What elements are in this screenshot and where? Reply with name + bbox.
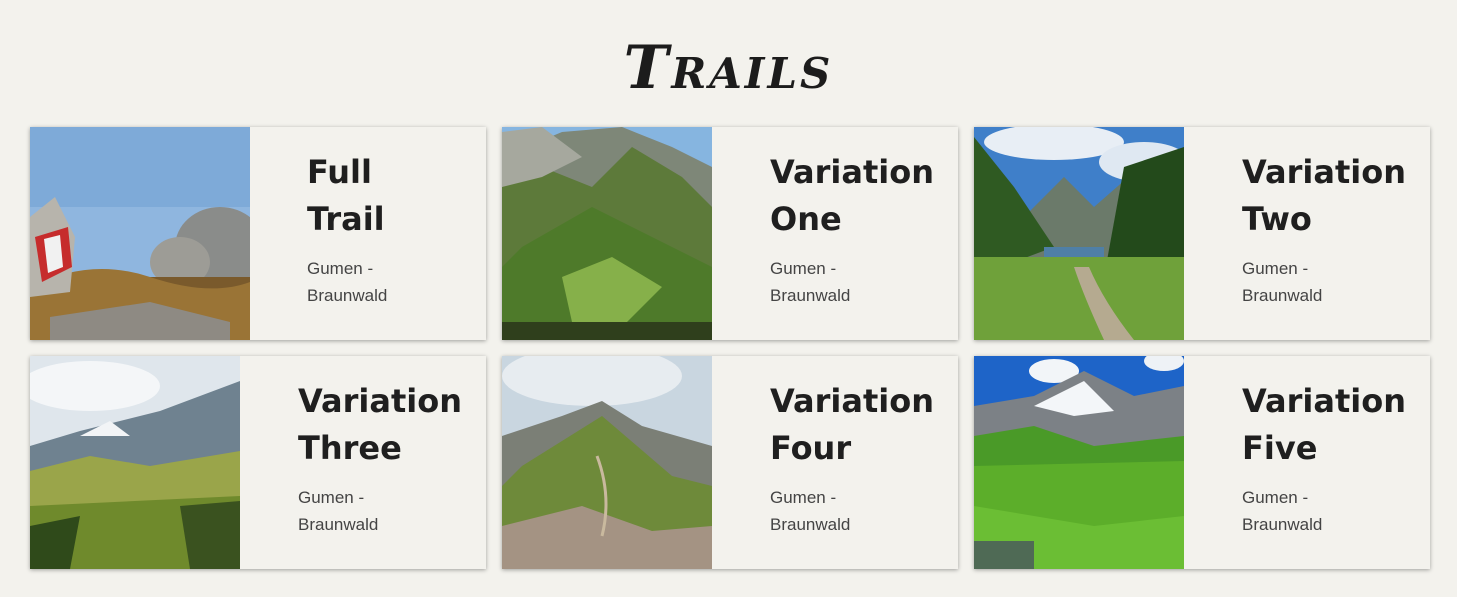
ridge-trail-photo xyxy=(502,356,712,569)
alpine-meadow-photo xyxy=(30,356,240,569)
card-subtitle: Gumen - Braunwald xyxy=(1242,488,1323,534)
trail-card-variation-three[interactable]: Variation Three Gumen - Braunwald xyxy=(30,356,486,569)
card-subtitle: Gumen - Braunwald xyxy=(770,259,851,305)
page-title: Trails xyxy=(623,33,834,103)
card-title: Variation Five xyxy=(1242,382,1406,467)
card-title: Variation Two xyxy=(1242,153,1406,238)
trail-card-variation-one[interactable]: Variation One Gumen - Braunwald xyxy=(502,127,958,340)
glacier-meadow-photo xyxy=(974,356,1184,569)
card-subtitle: Gumen - Braunwald xyxy=(770,488,851,534)
trail-grid: Full Trail Gumen - Braunwald Variation O… xyxy=(30,127,1430,569)
lake-path-photo xyxy=(974,127,1184,340)
card-title: Variation One xyxy=(770,153,934,238)
trail-card-variation-four[interactable]: Variation Four Gumen - Braunwald xyxy=(502,356,958,569)
trail-card-full-trail[interactable]: Full Trail Gumen - Braunwald xyxy=(30,127,486,340)
card-subtitle: Gumen - Braunwald xyxy=(1242,259,1323,305)
trail-card-variation-five[interactable]: Variation Five Gumen - Braunwald xyxy=(974,356,1430,569)
card-title: Variation Three xyxy=(298,382,462,467)
trail-marker-photo xyxy=(30,127,250,340)
card-subtitle: Gumen - Braunwald xyxy=(307,259,388,305)
trail-card-variation-two[interactable]: Variation Two Gumen - Braunwald xyxy=(974,127,1430,340)
card-title: Variation Four xyxy=(770,382,934,467)
card-subtitle: Gumen - Braunwald xyxy=(298,488,379,534)
card-title: Full Trail xyxy=(307,153,385,238)
mountain-valley-photo xyxy=(502,127,712,340)
